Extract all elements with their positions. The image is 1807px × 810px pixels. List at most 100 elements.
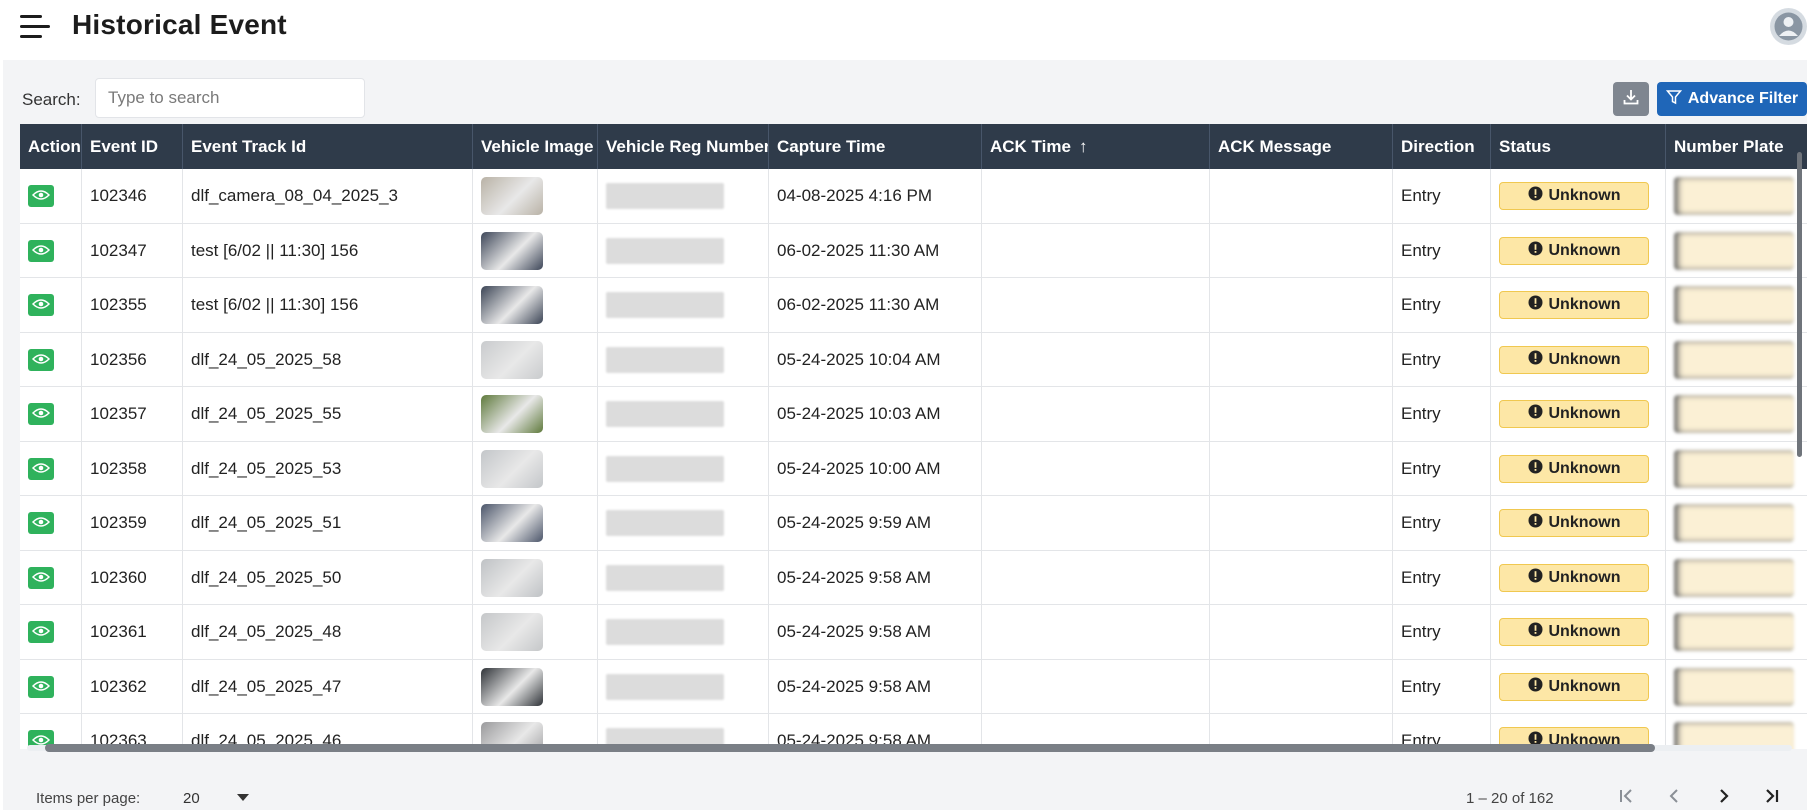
eye-icon bbox=[31, 568, 51, 588]
vehicle-image-thumbnail[interactable] bbox=[481, 504, 543, 543]
col-ack-message bbox=[1210, 605, 1393, 660]
header-col-ack-time[interactable]: ACK Time ↑ bbox=[982, 124, 1210, 169]
col-event-id: 102347 bbox=[82, 223, 183, 278]
col-direction-text: Entry bbox=[1401, 404, 1441, 424]
view-event-button[interactable] bbox=[28, 675, 54, 698]
search-label: Search: bbox=[22, 90, 81, 109]
view-event-button[interactable] bbox=[28, 403, 54, 426]
chevron-down-icon[interactable] bbox=[237, 794, 249, 801]
header-col-direction[interactable]: Direction bbox=[1393, 124, 1491, 169]
header-col-vehicle-reg-number[interactable]: Vehicle Reg Number bbox=[598, 124, 769, 169]
header-col-event-id[interactable]: Event ID bbox=[82, 124, 183, 169]
col-capture-time-text: 05-24-2025 9:58 AM bbox=[777, 622, 932, 642]
header-col-vehicle-image[interactable]: Vehicle Image bbox=[473, 124, 598, 169]
number-plate-image[interactable] bbox=[1674, 231, 1794, 270]
col-vehicle-reg-number bbox=[598, 659, 769, 714]
col-event-track-id-text: dlf_camera_08_04_2025_3 bbox=[191, 186, 399, 206]
download-button[interactable] bbox=[1613, 82, 1649, 116]
table-row[interactable]: 102357 dlf_24_05_2025_55 05-24-2025 10:03 … bbox=[20, 387, 1807, 442]
horizontal-scroll-thumb[interactable] bbox=[45, 744, 1655, 752]
table-row[interactable]: 102355 test [6/02 || 11:30] 156 06-02-2025… bbox=[20, 278, 1807, 333]
vertical-scroll-thumb[interactable] bbox=[1797, 152, 1802, 457]
table-row[interactable]: 102358 dlf_24_05_2025_53 05-24-2025 10:00 … bbox=[20, 441, 1807, 496]
col-number-plate bbox=[1666, 278, 1807, 333]
items-per-page-select[interactable]: 20 bbox=[183, 790, 200, 807]
next-page-button[interactable] bbox=[1706, 780, 1742, 810]
table-row[interactable]: 102356 dlf_24_05_2025_58 05-24-2025 10:04 … bbox=[20, 332, 1807, 387]
table-row[interactable]: 102362 dlf_24_05_2025_47 05-24-2025 9:58 A… bbox=[20, 659, 1807, 714]
number-plate-image[interactable] bbox=[1674, 558, 1794, 597]
vehicle-image-thumbnail[interactable] bbox=[481, 667, 543, 706]
header-label: ACK Time bbox=[990, 137, 1071, 156]
col-direction-text: Entry bbox=[1401, 458, 1441, 478]
number-plate-image[interactable] bbox=[1674, 449, 1794, 488]
col-event-track-id: dlf_24_05_2025_58 bbox=[183, 332, 473, 387]
table-row[interactable]: 102346 dlf_camera_08_04_2025_3 04-08-2025 … bbox=[20, 169, 1807, 224]
view-event-button[interactable] bbox=[28, 239, 54, 262]
advance-filter-button[interactable]: Advance Filter bbox=[1657, 82, 1807, 116]
col-vehicle-image bbox=[473, 496, 598, 551]
header-col-action[interactable]: Action bbox=[20, 124, 82, 169]
vehicle-image-thumbnail[interactable] bbox=[481, 449, 543, 488]
sort-ascending-icon[interactable]: ↑ bbox=[1079, 137, 1088, 156]
table-row[interactable]: 102360 dlf_24_05_2025_50 05-24-2025 9:58 A… bbox=[20, 550, 1807, 605]
menu-icon[interactable] bbox=[18, 12, 54, 42]
col-ack-time bbox=[982, 223, 1210, 278]
previous-page-button[interactable] bbox=[1656, 780, 1692, 810]
header-col-ack-message[interactable]: ACK Message bbox=[1210, 124, 1393, 169]
filter-icon bbox=[1665, 89, 1682, 110]
number-plate-image[interactable] bbox=[1674, 286, 1794, 325]
vehicle-image-thumbnail[interactable] bbox=[481, 558, 543, 597]
exclamation-circle-icon bbox=[1528, 459, 1543, 479]
col-event-track-id: test [6/02 || 11:30] 156 bbox=[183, 223, 473, 278]
vehicle-reg-number-redacted bbox=[606, 401, 724, 428]
horizontal-scrollbar[interactable] bbox=[17, 741, 1802, 753]
header-col-status[interactable]: Status bbox=[1491, 124, 1666, 169]
header-col-number-plate[interactable]: Number Plate bbox=[1666, 124, 1807, 169]
number-plate-image[interactable] bbox=[1674, 613, 1794, 652]
view-event-button[interactable] bbox=[28, 294, 54, 317]
col-ack-message bbox=[1210, 550, 1393, 605]
col-capture-time-text: 04-08-2025 4:16 PM bbox=[777, 186, 932, 206]
vehicle-image-thumbnail[interactable] bbox=[481, 340, 543, 379]
first-page-button[interactable] bbox=[1608, 780, 1644, 810]
col-status: Unknown bbox=[1491, 441, 1666, 496]
col-capture-time-text: 05-24-2025 9:59 AM bbox=[777, 513, 932, 533]
vertical-scrollbar[interactable] bbox=[1795, 152, 1803, 742]
col-event-id-text: 102346 bbox=[90, 186, 147, 206]
number-plate-image[interactable] bbox=[1674, 340, 1794, 379]
col-action bbox=[20, 496, 82, 551]
col-ack-message bbox=[1210, 441, 1393, 496]
header-col-event-track-id[interactable]: Event Track Id bbox=[183, 124, 473, 169]
number-plate-image[interactable] bbox=[1674, 667, 1794, 706]
view-event-button[interactable] bbox=[28, 566, 54, 589]
vehicle-image-thumbnail[interactable] bbox=[481, 177, 543, 216]
search-input[interactable] bbox=[95, 78, 365, 118]
view-event-button[interactable] bbox=[28, 348, 54, 371]
view-event-button[interactable] bbox=[28, 621, 54, 644]
col-capture-time: 04-08-2025 4:16 PM bbox=[769, 169, 982, 224]
col-status: Unknown bbox=[1491, 496, 1666, 551]
vehicle-image-thumbnail[interactable] bbox=[481, 231, 543, 270]
number-plate-image[interactable] bbox=[1674, 177, 1794, 216]
col-capture-time-text: 05-24-2025 9:58 AM bbox=[777, 676, 932, 696]
col-event-track-id: dlf_24_05_2025_48 bbox=[183, 605, 473, 660]
user-avatar-icon[interactable] bbox=[1770, 8, 1807, 45]
header-label: Number Plate bbox=[1674, 137, 1784, 156]
col-event-track-id: test [6/02 || 11:30] 156 bbox=[183, 278, 473, 333]
number-plate-image[interactable] bbox=[1674, 504, 1794, 543]
last-page-button[interactable] bbox=[1754, 780, 1790, 810]
table-row[interactable]: 102361 dlf_24_05_2025_48 05-24-2025 9:58 A… bbox=[20, 605, 1807, 660]
col-ack-time bbox=[982, 496, 1210, 551]
table-row[interactable]: 102359 dlf_24_05_2025_51 05-24-2025 9:59 A… bbox=[20, 496, 1807, 551]
col-event-track-id: dlf_24_05_2025_50 bbox=[183, 550, 473, 605]
view-event-button[interactable] bbox=[28, 185, 54, 208]
view-event-button[interactable] bbox=[28, 512, 54, 535]
header-col-capture-time[interactable]: Capture Time bbox=[769, 124, 982, 169]
table-row[interactable]: 102347 test [6/02 || 11:30] 156 06-02-2025… bbox=[20, 223, 1807, 278]
view-event-button[interactable] bbox=[28, 457, 54, 480]
vehicle-image-thumbnail[interactable] bbox=[481, 613, 543, 652]
number-plate-image[interactable] bbox=[1674, 395, 1794, 434]
vehicle-image-thumbnail[interactable] bbox=[481, 395, 543, 434]
vehicle-image-thumbnail[interactable] bbox=[481, 286, 543, 325]
